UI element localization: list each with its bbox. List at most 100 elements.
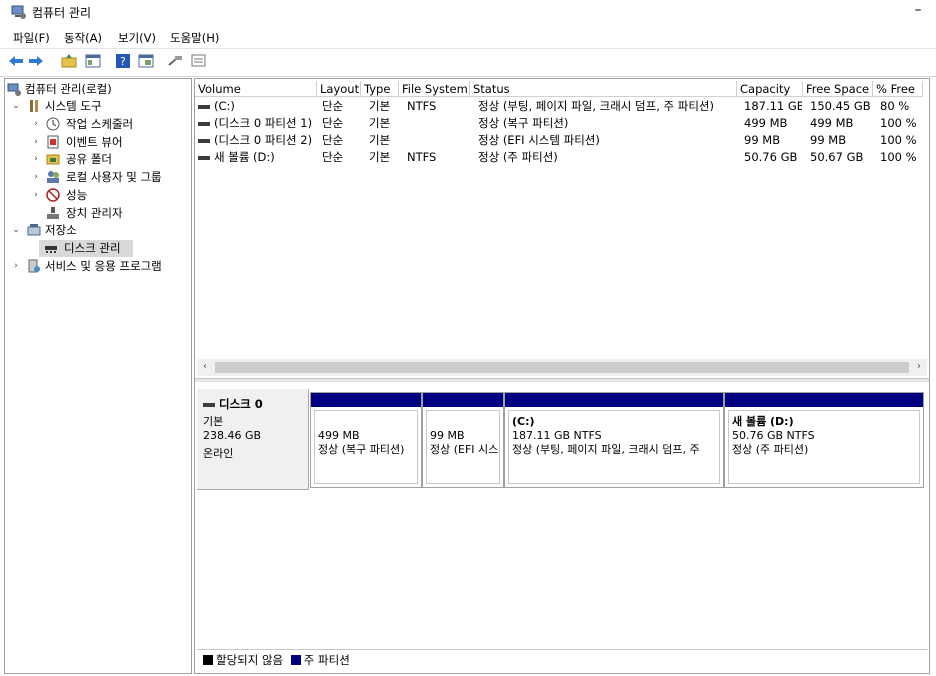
percent-free-cell: 80 % (880, 99, 910, 113)
column-header-free-space[interactable]: Free Space (803, 81, 873, 97)
menu-view[interactable]: 보기(V) (118, 30, 156, 46)
capacity-cell: 99 MB (744, 133, 781, 147)
partition-body: (C:) 187.11 GB NTFS 정상 (부팅, 페이지 파일, 크래시 … (508, 410, 720, 484)
tree-label: 컴퓨터 관리(로컬) (25, 82, 112, 96)
capacity-cell: 50.76 GB (744, 150, 798, 164)
menu-file[interactable]: 파일(F) (13, 30, 50, 46)
volume-icon (198, 138, 210, 143)
type-cell: 기본 (369, 150, 391, 164)
chevron-down-icon[interactable]: ⌄ (11, 222, 21, 239)
help-icon[interactable]: ? (115, 53, 131, 69)
disk-info-panel[interactable]: 디스크 0 기본 238.46 GB 온라인 (197, 389, 309, 490)
disk-size: 238.46 GB (203, 429, 262, 442)
show-hide-tree-icon[interactable] (85, 53, 101, 69)
back-arrow-icon[interactable] (8, 53, 24, 69)
window-title: 컴퓨터 관리 (32, 6, 92, 20)
percent-free-cell: 100 % (880, 116, 917, 130)
volume-icon (198, 104, 210, 109)
tree-label: 로컬 사용자 및 그룹 (66, 170, 162, 184)
computer-management-icon (11, 4, 27, 20)
type-cell: 기본 (369, 133, 391, 147)
partition-c[interactable]: (C:) 187.11 GB NTFS 정상 (부팅, 페이지 파일, 크래시 … (504, 392, 724, 488)
partition-size: 50.76 GB NTFS (732, 429, 815, 442)
unallocated-swatch (203, 655, 213, 665)
capacity-cell: 187.11 GB (744, 99, 802, 113)
filesystem-cell: NTFS (407, 99, 437, 113)
table-row[interactable]: (디스크 0 파티션 2) 단순 기본 정상 (EFI 시스템 파티션) 99 … (195, 132, 929, 149)
column-header-volume[interactable]: Volume (195, 81, 317, 97)
chevron-right-icon[interactable]: › (31, 151, 41, 168)
column-header-file-system[interactable]: File System (399, 81, 470, 97)
layout-cell: 단순 (322, 133, 344, 147)
partition-status: 정상 (주 파티션) (732, 443, 809, 456)
chevron-right-icon[interactable]: › (31, 187, 41, 204)
partition-color-bar (725, 393, 923, 407)
free-space-cell: 50.67 GB (810, 150, 864, 164)
toolbar-divider (0, 76, 936, 77)
filesystem-cell: NTFS (407, 150, 437, 164)
volume-cell: (C:) (198, 98, 318, 115)
column-header-percent-free[interactable]: % Free (873, 81, 923, 97)
column-header-layout[interactable]: Layout (317, 81, 361, 97)
layout-cell: 단순 (322, 150, 344, 164)
computer-management-icon (7, 82, 21, 96)
scroll-left-button[interactable]: ‹ (199, 361, 211, 374)
chevron-down-icon[interactable]: ⌄ (11, 98, 21, 115)
partition-d[interactable]: 새 볼륨 (D:) 50.76 GB NTFS 정상 (주 파티션) (724, 392, 924, 488)
partition-recovery[interactable]: 499 MB 정상 (복구 파티션) (310, 392, 422, 488)
legend-unallocated: 할당되지 않음 (216, 653, 284, 667)
disk-status: 온라인 (203, 447, 234, 460)
disk-type: 기본 (203, 415, 224, 428)
volume-name: (디스크 0 파티션 1) (214, 116, 313, 130)
chevron-right-icon[interactable]: › (31, 169, 41, 186)
disk-icon (203, 402, 215, 407)
menu-action[interactable]: 동작(A) (64, 30, 102, 46)
table-row[interactable]: (C:) 단순 기본 NTFS 정상 (부팅, 페이지 파일, 크래시 덤프, … (195, 98, 929, 115)
chevron-right-icon[interactable]: › (11, 258, 21, 275)
storage-icon (27, 223, 41, 237)
table-row[interactable]: (디스크 0 파티션 1) 단순 기본 정상 (복구 파티션) 499 MB 4… (195, 115, 929, 132)
free-space-cell: 499 MB (810, 116, 854, 130)
connect-icon[interactable] (167, 53, 183, 69)
forward-arrow-icon[interactable] (28, 53, 44, 69)
partition-size: 99 MB (430, 429, 465, 442)
toolbar: ? (0, 48, 936, 75)
percent-free-cell: 100 % (880, 150, 917, 164)
disk-name: 디스크 0 (219, 397, 263, 411)
volume-cell: (디스크 0 파티션 2) (198, 132, 318, 149)
layout-cell: 단순 (322, 99, 344, 113)
folder-up-icon[interactable] (61, 53, 77, 69)
scroll-thumb[interactable] (215, 362, 909, 373)
properties-icon[interactable] (138, 53, 154, 69)
scroll-right-button[interactable]: › (913, 361, 925, 374)
type-cell: 기본 (369, 116, 391, 130)
chevron-right-icon[interactable]: › (31, 134, 41, 151)
partition-efi[interactable]: 99 MB 정상 (EFI 시스 (422, 392, 504, 488)
legend-primary: 주 파티션 (303, 653, 350, 667)
table-row[interactable]: 새 볼륨 (D:) 단순 기본 NTFS 정상 (주 파티션) 50.76 GB… (195, 149, 929, 166)
partition-body: 새 볼륨 (D:) 50.76 GB NTFS 정상 (주 파티션) (728, 410, 920, 484)
column-header-type[interactable]: Type (361, 81, 399, 97)
tree-label: 서비스 및 응용 프로그램 (45, 259, 162, 273)
volume-icon (198, 121, 210, 126)
partition-title (318, 415, 414, 429)
horizontal-scrollbar[interactable]: ‹ › (197, 359, 927, 376)
volume-cell: 새 볼륨 (D:) (198, 149, 318, 166)
partition-color-bar (311, 393, 421, 407)
volume-name: (디스크 0 파티션 2) (214, 133, 313, 147)
tree-label: 디스크 관리 (64, 241, 121, 255)
type-cell: 기본 (369, 99, 391, 113)
free-space-cell: 150.45 GB (810, 99, 871, 113)
menu-help[interactable]: 도움말(H) (170, 30, 219, 46)
pane-splitter[interactable] (195, 378, 929, 382)
tree-item-disk-management[interactable]: 디스크 관리 (39, 240, 133, 257)
chevron-right-icon[interactable]: › (31, 116, 41, 133)
menu-bar: 파일(F) 동작(A) 보기(V) 도움말(H) (0, 27, 936, 47)
status-cell: 정상 (부팅, 페이지 파일, 크래시 덤프, 주 파티션) (478, 99, 714, 113)
partition-color-bar (423, 393, 503, 407)
list-view-icon[interactable] (191, 53, 207, 69)
partition-color-bar (505, 393, 723, 407)
column-header-capacity[interactable]: Capacity (737, 81, 803, 97)
column-header-status[interactable]: Status (470, 81, 737, 97)
minimize-button[interactable]: – (900, 0, 936, 24)
